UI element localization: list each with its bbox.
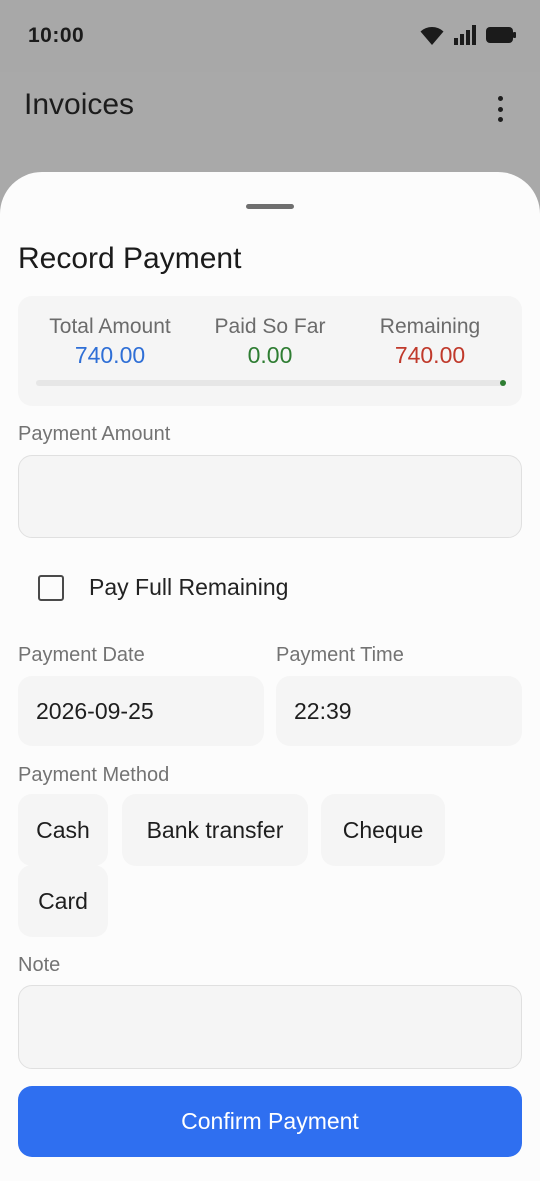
pay-full-remaining-checkbox[interactable]: Pay Full Remaining [38, 574, 288, 601]
payment-summary-card: Total Amount 740.00 Paid So Far 0.00 Rem… [18, 296, 522, 406]
payment-time-field[interactable]: 22:39 [276, 676, 522, 746]
remaining-label: Remaining [379, 315, 481, 338]
drag-handle[interactable] [246, 204, 294, 209]
method-chip-bank-transfer[interactable]: Bank transfer [122, 794, 308, 866]
payment-method-label: Payment Method [18, 764, 170, 786]
paid-so-far-label: Paid So Far [214, 315, 326, 338]
paid-so-far-value: 0.00 [247, 342, 293, 368]
total-amount-value: 740.00 [74, 342, 146, 368]
app-bar: Invoices [0, 72, 540, 172]
remaining-value: 740.00 [394, 342, 466, 368]
status-time: 10:00 [28, 24, 85, 47]
payment-progress-bar [36, 380, 506, 386]
payment-date-field[interactable]: 2026-09-25 [18, 676, 264, 746]
payment-amount-input[interactable] [18, 455, 522, 538]
payment-time-label: Payment Time [276, 644, 404, 666]
app-title: Invoices [24, 88, 135, 121]
method-chip-cash[interactable]: Cash [18, 794, 108, 866]
sheet-title: Record Payment [18, 242, 242, 275]
note-label: Note [18, 954, 61, 976]
confirm-payment-button[interactable]: Confirm Payment [18, 1086, 522, 1157]
payment-amount-label: Payment Amount [18, 423, 171, 445]
checkbox-icon[interactable] [38, 574, 64, 601]
wifi-icon [420, 25, 444, 50]
status-bar: 10:00 [0, 0, 540, 72]
method-chip-card[interactable]: Card [18, 865, 108, 937]
note-input[interactable] [18, 985, 522, 1069]
status-icons [420, 24, 516, 50]
method-chip-cheque[interactable]: Cheque [321, 794, 445, 866]
total-amount-summary: Total Amount 740.00 [26, 314, 194, 370]
progress-indicator [500, 380, 506, 386]
more-vert-icon[interactable] [488, 96, 512, 122]
payment-date-label: Payment Date [18, 644, 145, 666]
pay-full-remaining-label: Pay Full Remaining [89, 574, 289, 600]
signal-icon [454, 24, 476, 50]
total-amount-label: Total Amount [49, 315, 171, 338]
battery-icon [486, 26, 516, 48]
paid-so-far-summary: Paid So Far 0.00 [186, 314, 354, 370]
remaining-summary: Remaining 740.00 [346, 314, 514, 370]
record-payment-sheet: Record Payment Total Amount 740.00 Paid … [0, 172, 540, 1181]
